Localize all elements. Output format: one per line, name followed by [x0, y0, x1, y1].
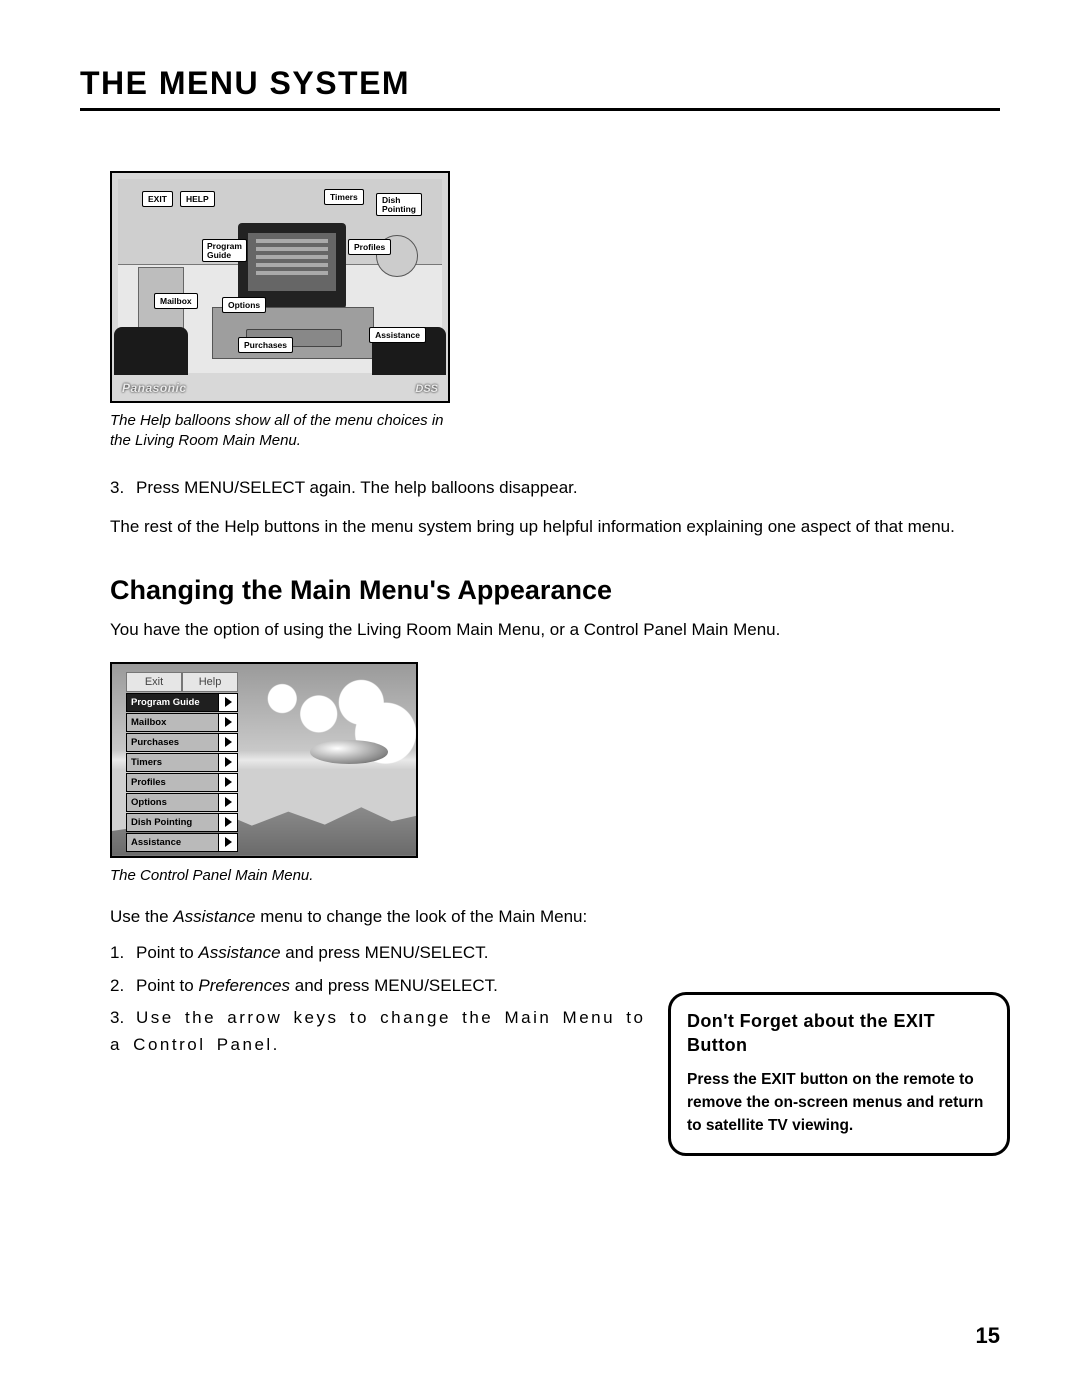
figure-2-caption: The Control Panel Main Menu. [110, 866, 418, 886]
room-bg: EXIT HELP Timers Dish Pointing Program G… [118, 179, 442, 373]
chevron-right-icon [218, 754, 237, 771]
label-help: HELP [180, 191, 215, 207]
chevron-right-icon [218, 734, 237, 751]
em-preferences: Preferences [198, 976, 290, 995]
label-exit: EXIT [142, 191, 173, 207]
label-profiles: Profiles [348, 239, 391, 255]
chevron-right-icon [218, 694, 237, 711]
step-3: 3.Press MENU/SELECT again. The help ball… [110, 476, 970, 500]
label-mailbox: Mailbox [154, 293, 198, 309]
em-assistance: Assistance [173, 907, 255, 926]
dss-logo: DSS [415, 383, 438, 395]
label-program-guide: Program Guide [202, 239, 247, 262]
menu-item-label: Profiles [127, 777, 218, 788]
figure-living-room: EXIT HELP Timers Dish Pointing Program G… [110, 171, 450, 452]
heading-rule [80, 108, 1000, 111]
step-number: 3. [110, 476, 136, 500]
help-button[interactable]: Help [182, 672, 238, 692]
label-timers: Timers [324, 189, 364, 205]
step-2: 2.Point to Preferences and press MENU/SE… [110, 973, 650, 999]
callout-title: Don't Forget about the EXIT Button [687, 1009, 991, 1058]
label-purchases: Purchases [238, 337, 293, 353]
chevron-right-icon [218, 714, 237, 731]
callout-body: Press the EXIT button on the remote to r… [687, 1068, 991, 1138]
exit-button-callout: Don't Forget about the EXIT Button Press… [668, 992, 1010, 1156]
section-heading: Changing the Main Menu's Appearance [110, 575, 970, 606]
help-buttons-paragraph: The rest of the Help buttons in the menu… [110, 515, 970, 539]
step-3b: 3.Use the arrow keys to change the Main … [110, 1005, 650, 1058]
brand-logo: Panasonic [122, 381, 187, 395]
menu-item-label: Mailbox [127, 717, 218, 728]
living-room-menu-screenshot: EXIT HELP Timers Dish Pointing Program G… [110, 171, 450, 403]
figure-control-panel: Exit Help Program Guide Mailbox Purchase… [110, 662, 418, 886]
manual-page: THE MENU SYSTEM EXIT HELP Timers Dish [0, 0, 1080, 1397]
menu-item-options[interactable]: Options [126, 793, 238, 812]
menu-item-dish-pointing[interactable]: Dish Pointing [126, 813, 238, 832]
menu-item-label: Options [127, 797, 218, 808]
menu-item-label: Program Guide [127, 697, 218, 708]
chevron-right-icon [218, 794, 237, 811]
menu-item-label: Purchases [127, 737, 218, 748]
figure-1-caption: The Help balloons show all of the menu c… [110, 411, 450, 452]
appearance-intro: You have the option of using the Living … [110, 618, 970, 642]
chevron-right-icon [218, 814, 237, 831]
page-number: 15 [976, 1323, 1000, 1349]
blimp-icon [310, 740, 388, 764]
step-number: 1. [110, 940, 136, 966]
menu-item-purchases[interactable]: Purchases [126, 733, 238, 752]
step-1: 1.Point to Assistance and press MENU/SEL… [110, 940, 650, 966]
chevron-right-icon [218, 774, 237, 791]
menu-item-timers[interactable]: Timers [126, 753, 238, 772]
page-content: EXIT HELP Timers Dish Pointing Program G… [110, 171, 970, 1058]
label-assistance: Assistance [369, 327, 426, 343]
control-panel-menu: Exit Help Program Guide Mailbox Purchase… [126, 672, 238, 852]
menu-item-label: Assistance [127, 837, 218, 848]
menu-item-label: Timers [127, 757, 218, 768]
exit-button[interactable]: Exit [126, 672, 182, 692]
steps-intro: Use the Assistance menu to change the lo… [110, 904, 650, 930]
label-dish-pointing: Dish Pointing [376, 193, 422, 216]
assistance-steps: Use the Assistance menu to change the lo… [110, 904, 650, 1058]
page-title: THE MENU SYSTEM [80, 65, 1000, 102]
step-number: 2. [110, 973, 136, 999]
step-text: Press MENU/SELECT again. The help balloo… [136, 478, 578, 497]
step-number: 3. [110, 1005, 136, 1031]
menu-item-profiles[interactable]: Profiles [126, 773, 238, 792]
couch-left-icon [114, 327, 188, 375]
label-options: Options [222, 297, 266, 313]
em-assistance: Assistance [198, 943, 280, 962]
menu-item-program-guide[interactable]: Program Guide [126, 693, 238, 712]
menu-item-assistance[interactable]: Assistance [126, 833, 238, 852]
menu-item-mailbox[interactable]: Mailbox [126, 713, 238, 732]
menu-item-label: Dish Pointing [127, 817, 218, 828]
control-panel-screenshot: Exit Help Program Guide Mailbox Purchase… [110, 662, 418, 858]
chevron-right-icon [218, 834, 237, 851]
